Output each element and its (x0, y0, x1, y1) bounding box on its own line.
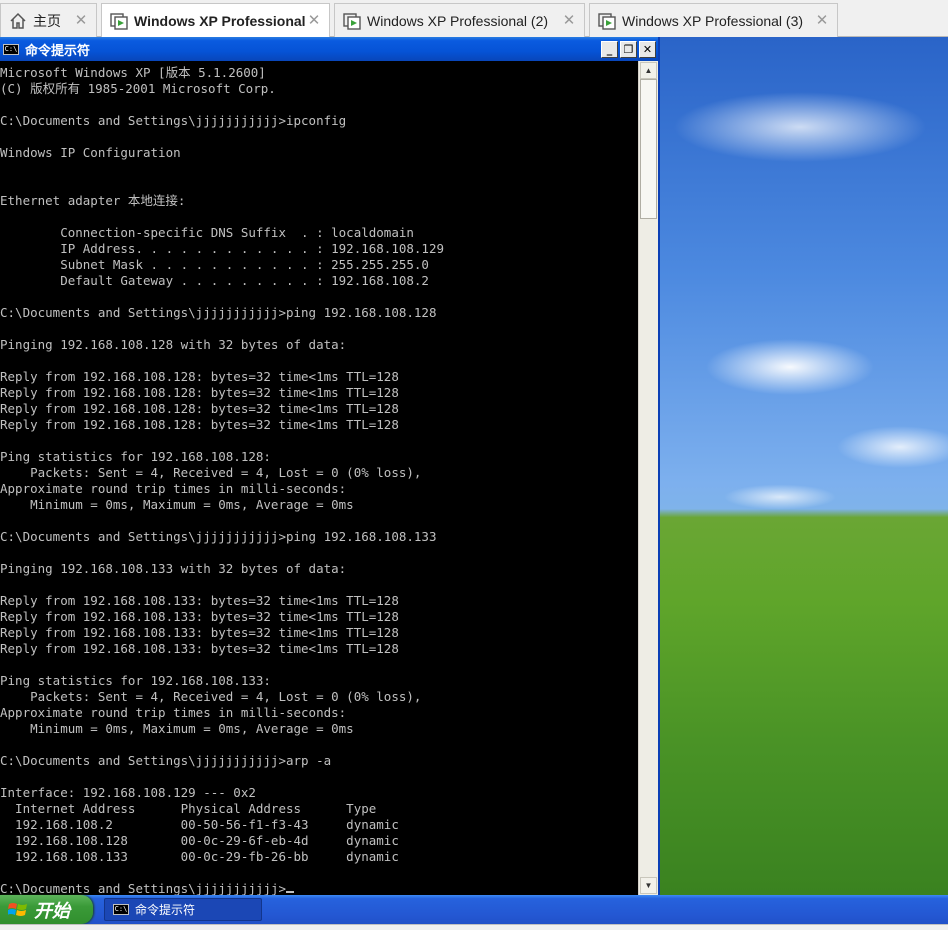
window-title: 命令提示符 (25, 42, 91, 58)
tab-label: 主页 (33, 12, 61, 29)
console-line: Reply from 192.168.108.133: bytes=32 tim… (0, 609, 399, 624)
vm-icon (110, 13, 128, 30)
console-line: Packets: Sent = 4, Received = 4, Lost = … (0, 465, 422, 480)
start-label: 开始 (34, 900, 70, 921)
console-line: (C) 版权所有 1985-2001 Microsoft Corp. (0, 81, 276, 96)
console-line: C:\Documents and Settings\jjjjjjjjjjj>ar… (0, 753, 332, 768)
vm-icon (343, 12, 361, 30)
host-status-strip (0, 924, 948, 930)
command-prompt-window[interactable]: C:\ 命令提示符 _ ❐ ✕ Microsoft Windows XP [版本… (0, 37, 660, 895)
text-cursor (285, 891, 294, 893)
console-line: IP Address. . . . . . . . . . . . : 192.… (0, 241, 445, 256)
start-button[interactable]: 开始 (0, 895, 93, 924)
close-icon[interactable]: ✕ (815, 13, 829, 28)
scrollbar-thumb[interactable] (640, 79, 657, 219)
console-line: 192.168.108.133 00-0c-29-fb-26-bb dynami… (0, 849, 399, 864)
taskbar-item-command-prompt[interactable]: C:\ 命令提示符 (104, 898, 262, 921)
home-icon (10, 12, 26, 29)
console-line: Subnet Mask . . . . . . . . . . . : 255.… (0, 257, 429, 272)
console-output[interactable]: Microsoft Windows XP [版本 5.1.2600] (C) 版… (0, 61, 638, 895)
console-line: Reply from 192.168.108.133: bytes=32 tim… (0, 593, 399, 608)
window-titlebar[interactable]: C:\ 命令提示符 _ ❐ ✕ (0, 37, 658, 61)
console-line: Approximate round trip times in milli-se… (0, 705, 347, 720)
console-line: Internet Address Physical Address Type (0, 801, 377, 816)
console-line: Reply from 192.168.108.128: bytes=32 tim… (0, 385, 399, 400)
console-line: Pinging 192.168.108.128 with 32 bytes of… (0, 337, 347, 352)
tab-windows-xp-3[interactable]: Windows XP Professional (3) ✕ (589, 3, 838, 37)
tab-windows-xp-2[interactable]: Windows XP Professional (2) ✕ (334, 3, 585, 37)
close-icon[interactable]: ✕ (562, 13, 576, 28)
console-text: Microsoft Windows XP [版本 5.1.2600] (C) 版… (0, 61, 638, 895)
console-line: Interface: 192.168.108.129 --- 0x2 (0, 785, 256, 800)
console-line: Connection-specific DNS Suffix . : local… (0, 225, 414, 240)
console-line: Windows IP Configuration (0, 145, 181, 160)
console-line: C:\Documents and Settings\jjjjjjjjjjj>pi… (0, 529, 437, 544)
close-icon[interactable]: ✕ (74, 13, 88, 28)
scroll-up-arrow-icon[interactable]: ▲ (640, 62, 657, 79)
console-icon: C:\ (3, 43, 19, 55)
console-line: Ping statistics for 192.168.108.133: (0, 673, 271, 688)
console-line: 192.168.108.128 00-0c-29-6f-eb-4d dynami… (0, 833, 399, 848)
minimize-button[interactable]: _ (601, 40, 618, 58)
tab-label: Windows XP Professional (2) (367, 12, 549, 29)
tab-windows-xp[interactable]: Windows XP Professional ✕ (101, 3, 330, 38)
console-line: Reply from 192.168.108.128: bytes=32 tim… (0, 369, 399, 384)
console-line: Reply from 192.168.108.128: bytes=32 tim… (0, 417, 399, 432)
console-line: Packets: Sent = 4, Received = 4, Lost = … (0, 689, 422, 704)
console-line: Ethernet adapter 本地连接: (0, 193, 186, 208)
scroll-down-arrow-icon[interactable]: ▼ (640, 877, 657, 894)
maximize-button[interactable]: ❐ (620, 40, 637, 58)
console-line: Reply from 192.168.108.133: bytes=32 tim… (0, 641, 399, 656)
console-line: Reply from 192.168.108.128: bytes=32 tim… (0, 401, 399, 416)
console-line: 192.168.108.2 00-50-56-f1-f3-43 dynamic (0, 817, 399, 832)
console-line: Ping statistics for 192.168.108.128: (0, 449, 271, 464)
vertical-scrollbar[interactable]: ▲ ▼ (638, 61, 658, 895)
tab-home[interactable]: 主页 ✕ (0, 3, 97, 37)
console-line: C:\Documents and Settings\jjjjjjjjjjj>pi… (0, 305, 437, 320)
close-icon[interactable]: ✕ (307, 13, 321, 28)
host-tab-bar: 主页 ✕ Windows XP Professional ✕ Windows X… (0, 0, 948, 38)
console-line: Approximate round trip times in milli-se… (0, 481, 347, 496)
vm-icon (598, 12, 616, 30)
tab-label: Windows XP Professional (134, 13, 306, 29)
console-line: Pinging 192.168.108.133 with 32 bytes of… (0, 561, 347, 576)
close-button[interactable]: ✕ (639, 40, 656, 58)
console-line: C:\Documents and Settings\jjjjjjjjjjj>ip… (0, 113, 347, 128)
console-line: Minimum = 0ms, Maximum = 0ms, Average = … (0, 721, 354, 736)
console-line: Microsoft Windows XP [版本 5.1.2600] (0, 65, 266, 80)
console-line: Default Gateway . . . . . . . . . : 192.… (0, 273, 429, 288)
console-line: C:\Documents and Settings\jjjjjjjjjjj> (0, 881, 286, 895)
tab-label: Windows XP Professional (3) (622, 12, 804, 29)
console-line: Minimum = 0ms, Maximum = 0ms, Average = … (0, 497, 354, 512)
console-line: Reply from 192.168.108.133: bytes=32 tim… (0, 625, 399, 640)
taskbar-item-label: 命令提示符 (135, 903, 196, 917)
console-icon: C:\ (113, 904, 129, 915)
windows-logo-icon (8, 902, 27, 916)
